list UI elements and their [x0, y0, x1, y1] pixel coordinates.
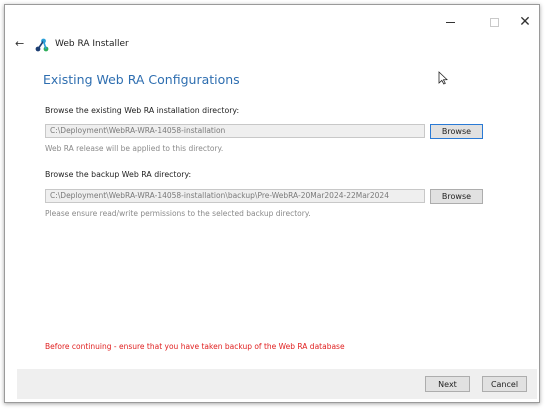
backup-dir-label: Browse the backup Web RA directory:: [45, 170, 192, 179]
app-title: Web RA Installer: [55, 39, 129, 49]
footer-bar: Next Cancel: [17, 369, 537, 399]
app-logo-icon: [35, 38, 49, 52]
maximize-button[interactable]: [479, 13, 509, 31]
minimize-button[interactable]: [435, 13, 465, 31]
backup-dir-browse-button[interactable]: Browse: [430, 189, 483, 204]
installer-window: ✕ ← Web RA Installer Existing Web RA Con…: [4, 4, 540, 403]
minimize-icon: [445, 21, 455, 23]
backup-warning-text: Before continuing - ensure that you have…: [45, 342, 345, 351]
install-dir-browse-button[interactable]: Browse: [430, 124, 483, 139]
cancel-button[interactable]: Cancel: [482, 376, 527, 392]
install-dir-hint: Web RA release will be applied to this d…: [45, 144, 224, 153]
install-dir-label: Browse the existing Web RA installation …: [45, 106, 240, 115]
next-button[interactable]: Next: [425, 376, 470, 392]
install-dir-field[interactable]: C:\Deployment\WebRA-WRA-14058-installati…: [45, 124, 425, 138]
backup-dir-field[interactable]: C:\Deployment\WebRA-WRA-14058-installati…: [45, 189, 425, 203]
maximize-icon: [489, 17, 499, 27]
backup-dir-hint: Please ensure read/write permissions to …: [45, 209, 311, 218]
close-button[interactable]: ✕: [510, 13, 540, 31]
page-title: Existing Web RA Configurations: [43, 72, 240, 87]
back-arrow-icon: ←: [15, 37, 25, 50]
back-button[interactable]: ←: [15, 37, 24, 50]
close-icon: ✕: [519, 14, 531, 30]
mouse-cursor-icon: [438, 71, 448, 85]
